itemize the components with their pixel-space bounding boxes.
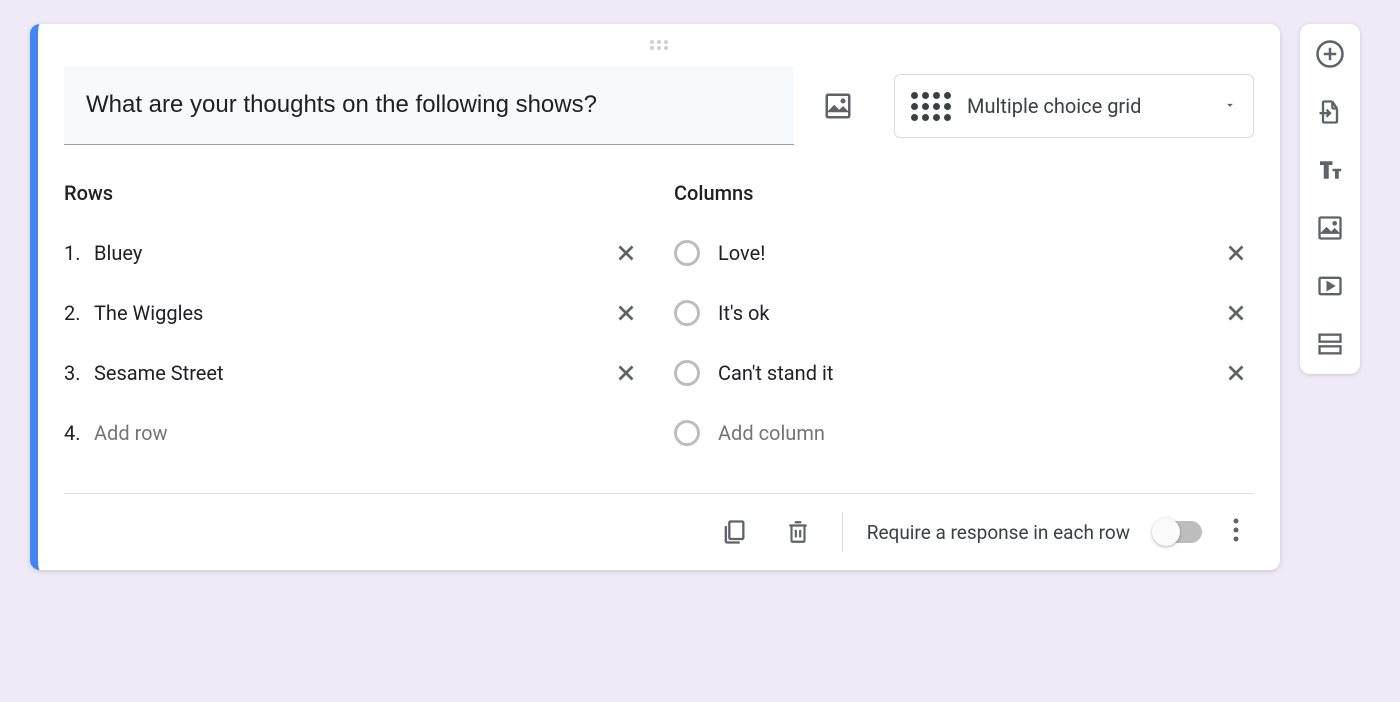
remove-row-button[interactable]	[608, 235, 644, 271]
column-item: Can't stand it	[674, 343, 1254, 403]
column-item: It's ok	[674, 283, 1254, 343]
add-image-button[interactable]	[814, 82, 862, 130]
row-label-input[interactable]: Sesame Street	[94, 357, 608, 389]
remove-row-button[interactable]	[608, 295, 644, 331]
question-title-input[interactable]	[84, 90, 774, 120]
question-type-label: Multiple choice grid	[967, 94, 1207, 118]
row-number: 4.	[64, 421, 94, 445]
row-item: 1. Bluey	[64, 223, 644, 283]
remove-row-button[interactable]	[608, 355, 644, 391]
question-footer: Require a response in each row	[64, 494, 1254, 570]
vertical-divider	[842, 512, 843, 552]
add-image-toolbar-button[interactable]	[1312, 210, 1348, 246]
columns-heading: Columns	[674, 181, 1254, 205]
row-label-input[interactable]: The Wiggles	[94, 297, 608, 329]
grid-body: Rows 1. Bluey 2. The Wiggles 3. Sesame S…	[64, 181, 1254, 463]
remove-column-button[interactable]	[1218, 235, 1254, 271]
side-toolbar	[1300, 24, 1360, 374]
radio-icon	[674, 300, 700, 326]
radio-icon	[674, 420, 700, 446]
remove-column-button[interactable]	[1218, 295, 1254, 331]
row-number: 3.	[64, 361, 94, 385]
row-item: 3. Sesame Street	[64, 343, 644, 403]
add-video-button[interactable]	[1312, 268, 1348, 304]
rows-heading: Rows	[64, 181, 644, 205]
toggle-knob	[1152, 518, 1180, 546]
radio-icon	[674, 240, 700, 266]
radio-icon	[674, 360, 700, 386]
column-label-input[interactable]: Love!	[718, 237, 1218, 269]
column-label-input[interactable]: Can't stand it	[718, 357, 1218, 389]
add-column[interactable]: Add column	[674, 403, 1254, 463]
question-type-selector[interactable]: Multiple choice grid	[894, 74, 1254, 138]
more-options-button[interactable]	[1226, 517, 1246, 547]
delete-button[interactable]	[778, 512, 818, 552]
drag-handle-icon[interactable]	[64, 36, 1254, 58]
add-question-button[interactable]	[1312, 36, 1348, 72]
add-section-button[interactable]	[1312, 326, 1348, 362]
add-title-button[interactable]	[1312, 152, 1348, 188]
duplicate-button[interactable]	[714, 512, 754, 552]
row-item: 2. The Wiggles	[64, 283, 644, 343]
row-label-input[interactable]: Bluey	[94, 237, 608, 269]
require-response-label: Require a response in each row	[867, 521, 1130, 544]
column-label-input[interactable]: It's ok	[718, 297, 1218, 329]
chevron-down-icon	[1223, 97, 1237, 116]
remove-column-button[interactable]	[1218, 355, 1254, 391]
row-number: 2.	[64, 301, 94, 325]
question-header-row: Multiple choice grid	[64, 66, 1254, 145]
add-row[interactable]: 4. Add row	[64, 403, 644, 463]
rows-column: Rows 1. Bluey 2. The Wiggles 3. Sesame S…	[64, 181, 644, 463]
row-number: 1.	[64, 241, 94, 265]
column-item: Love!	[674, 223, 1254, 283]
question-title-field-wrap[interactable]	[64, 66, 794, 145]
import-questions-button[interactable]	[1312, 94, 1348, 130]
add-column-placeholder[interactable]: Add column	[718, 417, 1254, 449]
grid-icon	[911, 92, 951, 121]
question-card: Multiple choice grid Rows 1. Bluey 2. Th…	[30, 24, 1280, 570]
add-row-placeholder[interactable]: Add row	[94, 417, 644, 449]
require-response-toggle[interactable]	[1154, 521, 1202, 543]
columns-column: Columns Love! It's ok Can't stand it	[674, 181, 1254, 463]
